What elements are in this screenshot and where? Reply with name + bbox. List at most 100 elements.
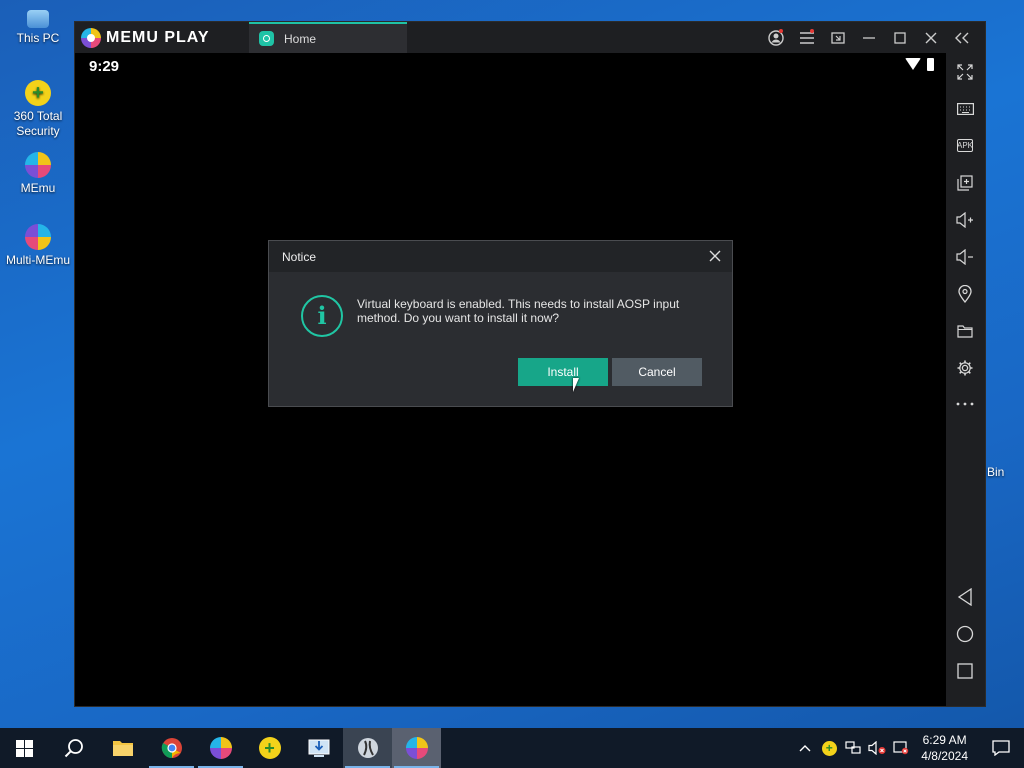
multi-memu-app-icon: [357, 738, 378, 758]
360-security-icon: +: [258, 737, 281, 759]
more-button[interactable]: [954, 393, 976, 415]
account-button[interactable]: [760, 22, 791, 53]
recents-icon: [957, 663, 973, 679]
desktop-icon-label: 360 Total Security: [13, 109, 63, 138]
tray-network[interactable]: [841, 741, 865, 755]
taskbar-clock[interactable]: 6:29 AM 4/8/2024: [921, 732, 968, 764]
back-icon: [957, 588, 972, 606]
multi-window-icon: [830, 31, 845, 44]
status-bar-time: 9:29: [89, 58, 120, 75]
search-button[interactable]: [49, 728, 98, 768]
360-security-icon: +: [25, 80, 51, 106]
mouse-cursor: [573, 378, 579, 392]
windows-taskbar: + + 6:29 AM 4/8/2024: [0, 728, 1024, 768]
show-hidden-icons-button[interactable]: [793, 744, 817, 752]
taskbar-installer[interactable]: [294, 728, 343, 768]
installer-icon: [308, 739, 329, 757]
desktop-icon-label: Multi-MEmu: [5, 253, 70, 267]
keyboard-button[interactable]: [954, 98, 976, 120]
wifi-icon: [905, 58, 921, 70]
battery-icon: [927, 58, 934, 71]
fullscreen-icon: [957, 64, 973, 80]
notification-icon: [992, 740, 1010, 756]
taskbar-memu-play[interactable]: [392, 728, 441, 768]
volume-down-icon: [956, 249, 973, 265]
taskbar-multi-memu[interactable]: [343, 728, 392, 768]
apk-button[interactable]: APK: [957, 139, 973, 152]
chevron-up-icon: [799, 745, 811, 752]
dialog-header: Notice: [269, 241, 732, 272]
desktop-icon-this-pc[interactable]: This PC: [2, 8, 74, 46]
emulator-sidebar: APK: [946, 53, 985, 706]
desktop-icon-360-total-security[interactable]: + 360 Total Security: [2, 80, 74, 139]
system-tray: + 6:29 AM 4/8/2024: [793, 728, 1024, 768]
computer-icon: [27, 10, 49, 28]
memu-app-icon: [25, 152, 51, 178]
maximize-icon: [893, 31, 906, 44]
more-icon: [956, 402, 974, 406]
chrome-icon: [161, 738, 182, 759]
volume-down-button[interactable]: [954, 246, 976, 268]
keyboard-icon: [956, 103, 974, 115]
settings-button[interactable]: [954, 357, 976, 379]
desktop-icon-label: MEmu: [20, 181, 56, 195]
desktop-icon-multi-memu[interactable]: Multi-MEmu: [2, 224, 74, 268]
memu-logo: MEMU PLAY: [81, 28, 210, 48]
folder-icon: [112, 741, 133, 756]
account-icon: [767, 29, 784, 46]
taskbar-file-explorer[interactable]: [98, 728, 147, 768]
volume-muted-icon: [868, 741, 886, 755]
menu-button[interactable]: [791, 22, 822, 53]
dialog-title: Notice: [282, 249, 317, 264]
network-icon: [845, 741, 861, 754]
dialog-message: Virtual keyboard is enabled. This needs …: [357, 297, 680, 325]
location-icon: [958, 285, 972, 303]
close-icon: [709, 250, 721, 262]
tray-360-security[interactable]: +: [817, 740, 841, 756]
taskbar-chrome[interactable]: [147, 728, 196, 768]
notice-dialog: Notice i Virtual keyboard is enabled. Th…: [268, 240, 733, 407]
close-button[interactable]: [915, 22, 946, 53]
windows-logo-icon: [16, 739, 33, 757]
apk-icon: APK: [957, 141, 974, 150]
maximize-button[interactable]: [884, 22, 915, 53]
360-security-icon: +: [821, 740, 837, 756]
multi-window-button[interactable]: [822, 22, 853, 53]
location-button[interactable]: [954, 283, 976, 305]
memu-app-icon: [209, 737, 232, 759]
taskbar-time: 6:29 AM: [922, 733, 967, 747]
tab-label: Home: [284, 31, 317, 46]
desktop-icon-memu[interactable]: MEmu: [2, 152, 74, 196]
start-button[interactable]: [0, 728, 49, 768]
folder-button[interactable]: [954, 320, 976, 342]
tray-volume[interactable]: [865, 741, 889, 755]
memu-brand: MEMU PLAY: [106, 29, 210, 46]
android-back-button[interactable]: [954, 586, 976, 608]
cancel-button[interactable]: Cancel: [612, 358, 702, 386]
memu-title-bar: MEMU PLAY Home: [75, 22, 985, 53]
android-home-button[interactable]: [954, 623, 976, 645]
dialog-close-button[interactable]: [706, 247, 724, 265]
folder-icon: [957, 325, 973, 338]
volume-up-button[interactable]: [954, 209, 976, 231]
tab-home[interactable]: Home: [249, 22, 407, 53]
taskbar-360-security[interactable]: +: [245, 728, 294, 768]
close-icon: [925, 32, 936, 43]
tray-security[interactable]: [889, 741, 913, 755]
menu-icon: [799, 31, 814, 44]
android-recents-button[interactable]: [954, 660, 976, 682]
memu-logo-icon: [81, 28, 101, 48]
taskbar-memu[interactable]: [196, 728, 245, 768]
info-icon: i: [301, 295, 343, 337]
action-center-button[interactable]: [978, 728, 1024, 768]
home-tab-icon: [259, 31, 274, 46]
windows-security-icon: [893, 741, 909, 755]
install-button[interactable]: Install: [518, 358, 608, 386]
settings-icon: [957, 360, 973, 376]
home-icon: [956, 625, 974, 643]
multi-instance-button[interactable]: [954, 172, 976, 194]
minimize-button[interactable]: [853, 22, 884, 53]
fullscreen-button[interactable]: [954, 61, 976, 83]
collapse-sidebar-button[interactable]: [946, 22, 977, 53]
multi-instance-icon: [957, 175, 973, 191]
